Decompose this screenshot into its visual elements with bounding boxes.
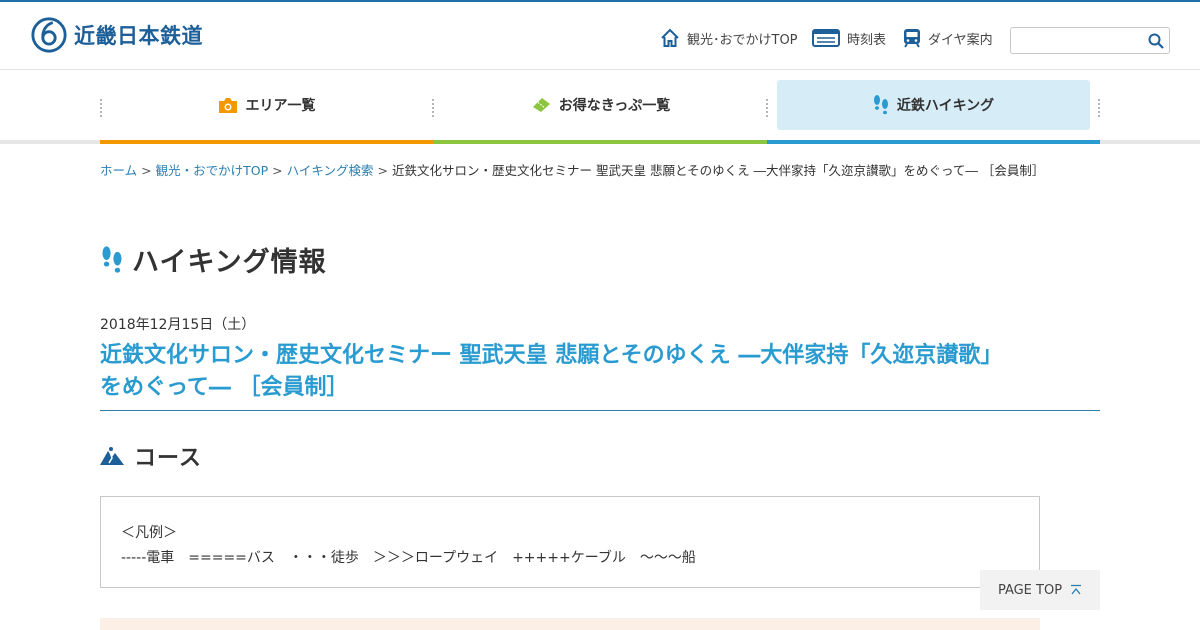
global-nav: エリア一覧 お得なきっぷ一覧 近鉄ハイキング: [100, 80, 1100, 144]
page-title-text: ハイキング情報: [132, 247, 327, 278]
gnav-label: エリア一覧: [245, 98, 316, 114]
search-icon[interactable]: [1147, 32, 1165, 50]
event-title: 近鉄文化サロン・歴史文化セミナー 聖武天皇 悲願とそのゆくえ ―大伴家持「久迩京…: [100, 340, 1100, 411]
ticket-icon: [532, 98, 550, 112]
header-link-sightseeing-top[interactable]: 観光･おでかけTOP: [660, 28, 798, 48]
event-title-line: をめぐって― ［会員制］: [100, 375, 349, 400]
gnav-underline-orange: [100, 140, 433, 144]
header-link-label: ダイヤ案内: [928, 32, 993, 48]
nav-divider: [766, 99, 768, 117]
search-input[interactable]: [1015, 31, 1139, 50]
search-box: [1010, 27, 1170, 54]
legend-title: ＜凡例＞: [121, 525, 177, 541]
legend-box: ＜凡例＞ -----電車 =====バス ・・・徒歩 ＞＞＞ロープウェイ +++…: [100, 496, 1040, 588]
gnav-ticket-list[interactable]: お得なきっぷ一覧: [434, 80, 767, 130]
course-content-panel: [100, 618, 1040, 630]
home-icon: [661, 28, 679, 47]
header-link-train-guide[interactable]: ダイヤ案内: [903, 28, 993, 48]
page-top-button[interactable]: PAGE TOP: [980, 570, 1100, 610]
logo-text: 近畿日本鉄道: [74, 24, 203, 48]
footprints-icon: [873, 95, 888, 115]
site-header: 近畿日本鉄道 観光･おでかけTOP 時刻表 ダイヤ案内: [0, 2, 1200, 70]
event-date: 2018年12月15日（土）: [100, 317, 256, 333]
event-title-line: 近鉄文化サロン・歴史文化セミナー 聖武天皇 悲願とそのゆくえ ―大伴家持「久迩京…: [100, 343, 1003, 368]
train-icon: [904, 29, 920, 48]
gnav-underline-green: [433, 140, 767, 144]
kintetsu-logo-icon: [31, 17, 67, 53]
gnav-area-list[interactable]: エリア一覧: [100, 80, 433, 130]
nav-grey-line-right: [1100, 140, 1200, 144]
breadcrumb-sightseeing-top[interactable]: 観光・おでかけTOP: [156, 163, 269, 178]
camera-icon: [218, 97, 237, 113]
header-link-label: 観光･おでかけTOP: [687, 32, 798, 48]
breadcrumb-separator: >: [272, 163, 283, 178]
mountain-hiker-icon: [100, 447, 124, 465]
site-logo[interactable]: 近畿日本鉄道: [30, 16, 203, 54]
page-title: ハイキング情報: [100, 240, 327, 279]
nav-grey-line-left: [0, 140, 100, 144]
nav-divider: [1098, 99, 1100, 117]
gnav-kintetsu-hiking[interactable]: 近鉄ハイキング: [777, 80, 1090, 130]
footprints-icon: [102, 245, 122, 273]
breadcrumb-current: 近鉄文化サロン・歴史文化セミナー 聖武天皇 悲願とそのゆくえ ―大伴家持「久迩京…: [392, 163, 1045, 178]
course-heading-text: コース: [134, 446, 202, 471]
legend-text: -----電車 =====バス ・・・徒歩 ＞＞＞ロープウェイ +++++ケーブ…: [121, 550, 696, 566]
breadcrumb: ホーム > 観光・おでかけTOP > ハイキング検索 > 近鉄文化サロン・歴史文化セミナー …: [100, 160, 1044, 179]
gnav-underline-blue: [767, 140, 1100, 144]
breadcrumb-separator: >: [377, 163, 388, 178]
breadcrumb-separator: >: [141, 163, 152, 178]
course-heading: コース: [100, 440, 202, 472]
page-top-label: PAGE TOP: [997, 582, 1063, 598]
arrow-up-icon: [1071, 584, 1082, 595]
breadcrumb-hiking-search[interactable]: ハイキング検索: [287, 163, 374, 178]
breadcrumb-home[interactable]: ホーム: [100, 163, 137, 178]
header-link-timetable[interactable]: 時刻表: [812, 28, 886, 48]
gnav-label: 近鉄ハイキング: [896, 98, 995, 114]
gnav-label: お得なきっぷ一覧: [558, 98, 671, 114]
header-link-label: 時刻表: [847, 32, 887, 48]
timetable-icon: [812, 29, 840, 47]
